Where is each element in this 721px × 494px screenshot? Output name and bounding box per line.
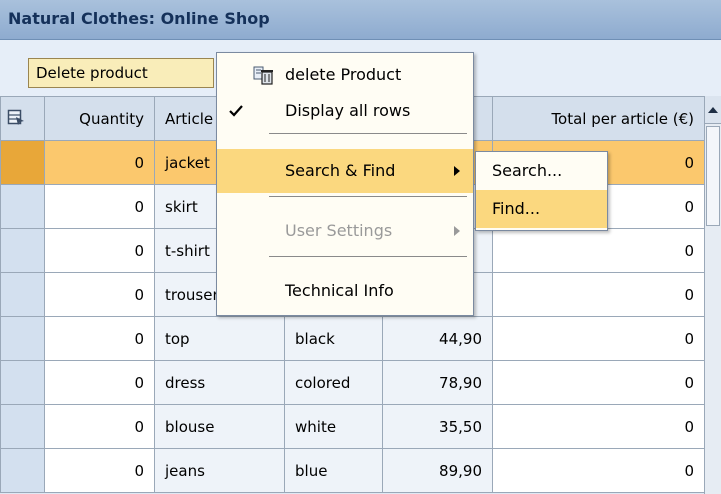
menu-item-label: Display all rows <box>285 101 411 120</box>
vertical-scrollbar[interactable] <box>704 96 721 494</box>
checkmark-icon <box>229 105 243 117</box>
menu-item-label: Technical Info <box>285 281 394 300</box>
total-cell: 0 <box>492 404 705 449</box>
quantity-cell[interactable]: 0 <box>44 404 155 449</box>
menu-item-label: User Settings <box>285 221 393 240</box>
chevron-right-icon <box>454 226 460 236</box>
chevron-right-icon <box>454 166 460 176</box>
table-row[interactable]: 0 jeans blue 89,90 0 <box>0 448 705 493</box>
total-cell: 0 <box>492 360 705 405</box>
table-row[interactable]: 0 blouse white 35,50 0 <box>0 404 705 449</box>
title-bar: Natural Clothes: Online Shop <box>0 0 721 40</box>
quantity-cell[interactable]: 0 <box>44 140 155 185</box>
price-cell: 35,50 <box>382 404 493 449</box>
price-cell: 44,90 <box>382 316 493 361</box>
color-cell: colored <box>284 360 383 405</box>
row-selector[interactable] <box>0 272 45 317</box>
menu-item-display-all-rows[interactable]: Display all rows <box>217 89 473 133</box>
select-all-cell[interactable] <box>0 96 45 141</box>
price-cell: 78,90 <box>382 360 493 405</box>
row-selector[interactable] <box>0 448 45 493</box>
color-cell: blue <box>284 448 383 493</box>
menu-separator <box>269 133 467 134</box>
quantity-cell[interactable]: 0 <box>44 316 155 361</box>
column-header-quantity[interactable]: Quantity <box>44 96 155 141</box>
select-all-icon[interactable] <box>7 108 25 126</box>
color-cell: black <box>284 316 383 361</box>
total-cell: 0 <box>492 448 705 493</box>
article-cell: blouse <box>154 404 285 449</box>
total-cell: 0 <box>492 228 705 273</box>
delete-product-button[interactable]: Delete product <box>28 58 214 88</box>
menu-item-user-settings: User Settings <box>217 209 473 253</box>
submenu-item-find[interactable]: Find... <box>476 190 607 228</box>
row-selector[interactable] <box>0 140 45 185</box>
scroll-up-arrow-icon <box>708 107 718 113</box>
quantity-cell[interactable]: 0 <box>44 448 155 493</box>
menu-separator <box>269 196 467 197</box>
row-selector[interactable] <box>0 360 45 405</box>
total-cell: 0 <box>492 316 705 361</box>
quantity-cell[interactable]: 0 <box>44 360 155 405</box>
color-cell: white <box>284 404 383 449</box>
quantity-cell[interactable]: 0 <box>44 184 155 229</box>
article-cell: jeans <box>154 448 285 493</box>
submenu-item-label: Find... <box>492 199 541 218</box>
submenu-item-label: Search... <box>492 161 563 180</box>
context-menu: delete Product Display all rows Search &… <box>216 52 474 316</box>
menu-item-label: Search & Find <box>285 161 396 180</box>
menu-item-technical-info[interactable]: Technical Info <box>217 269 473 313</box>
column-header-total[interactable]: Total per article (€) <box>492 96 705 141</box>
row-selector[interactable] <box>0 316 45 361</box>
scrollbar-thumb[interactable] <box>706 126 720 226</box>
price-cell: 89,90 <box>382 448 493 493</box>
search-find-submenu: Search... Find... <box>475 151 608 231</box>
submenu-item-search[interactable]: Search... <box>476 152 607 190</box>
trash-icon <box>253 66 273 85</box>
total-cell: 0 <box>492 272 705 317</box>
table-row[interactable]: 0 top black 44,90 0 <box>0 316 705 361</box>
row-selector[interactable] <box>0 404 45 449</box>
quantity-cell[interactable]: 0 <box>44 272 155 317</box>
row-selector[interactable] <box>0 228 45 273</box>
page-title: Natural Clothes: Online Shop <box>8 9 270 28</box>
menu-separator <box>269 256 467 257</box>
row-selector[interactable] <box>0 184 45 229</box>
quantity-cell[interactable]: 0 <box>44 228 155 273</box>
scroll-up-button[interactable] <box>705 96 721 124</box>
menu-item-search-find[interactable]: Search & Find <box>217 149 473 193</box>
table-row[interactable]: 0 dress colored 78,90 0 <box>0 360 705 405</box>
article-cell: top <box>154 316 285 361</box>
article-cell: dress <box>154 360 285 405</box>
